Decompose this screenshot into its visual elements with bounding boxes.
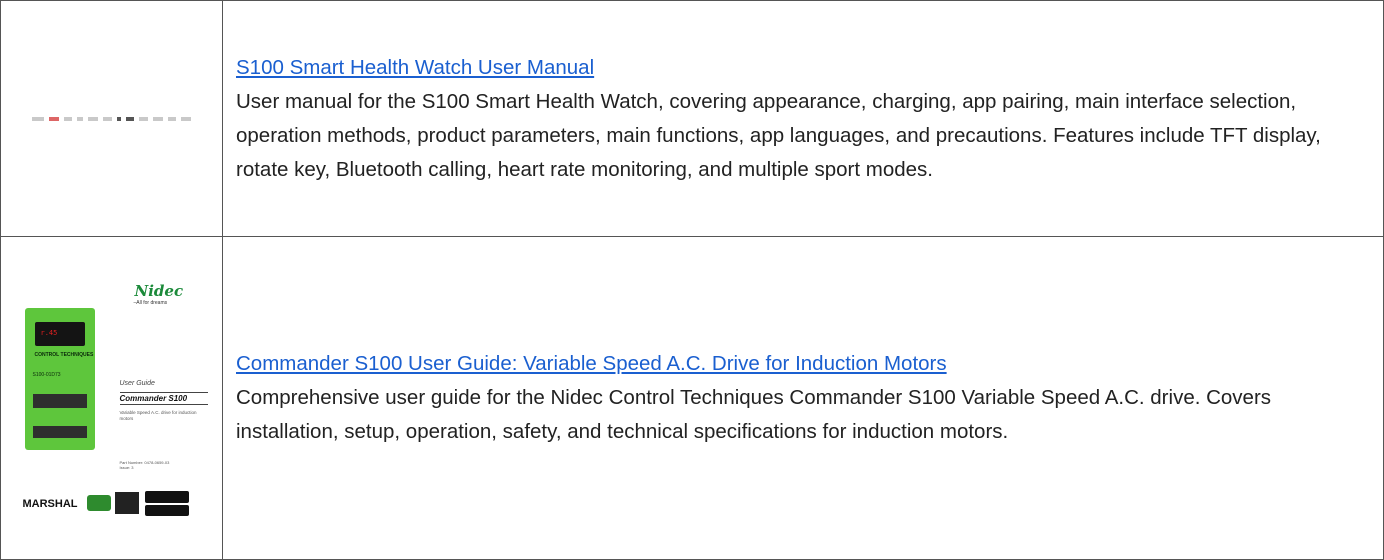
drive-image: r.45 CONTROL TECHNIQUES S100-01D73	[24, 308, 95, 450]
drive-readout: r.45	[40, 329, 58, 337]
nidec-logo: Nidec	[134, 282, 184, 300]
issue-text: Issue: 3	[119, 465, 134, 470]
result-row: S100 Smart Health Watch User Manual User…	[0, 0, 1384, 237]
app-icon	[86, 495, 111, 511]
result-row: Nidec –All for dreams r.45 CONTROL TECHN…	[0, 236, 1384, 560]
result-description: Comprehensive user guide for the Nidec C…	[236, 386, 1272, 443]
result-thumbnail[interactable]: Nidec –All for dreams r.45 CONTROL TECHN…	[0, 236, 223, 560]
drive-terminals	[32, 394, 87, 408]
guide-cover-thumbnail: Nidec –All for dreams r.45 CONTROL TECHN…	[17, 278, 208, 518]
result-title-link[interactable]: Commander S100 User Guide: Variable Spee…	[236, 352, 947, 375]
manual-strip-thumbnail-icon	[1, 114, 222, 124]
app-store-badge-icon	[144, 491, 189, 503]
result-description-cell: Commander S100 User Guide: Variable Spee…	[222, 236, 1384, 560]
result-description-cell: S100 Smart Health Watch User Manual User…	[222, 0, 1384, 237]
results-table: S100 Smart Health Watch User Manual User…	[0, 0, 1384, 560]
guide-label: User Guide	[119, 380, 155, 387]
logo-tagline: –All for dreams	[133, 300, 168, 306]
google-play-badge-icon	[144, 505, 189, 516]
drive-brand: CONTROL TECHNIQUES	[34, 352, 94, 358]
drive-model: S100-01D73	[32, 372, 61, 378]
drive-terminals	[32, 426, 87, 438]
part-number: Part Number: 0478-0659-03 Issue: 3	[120, 460, 170, 470]
result-title-link[interactable]: S100 Smart Health Watch User Manual	[236, 56, 594, 79]
guide-subtitle: Variable Speed A.C. drive for induction …	[119, 410, 197, 421]
guide-title: Commander S100	[119, 392, 208, 405]
qr-code-icon	[114, 492, 139, 514]
result-description: User manual for the S100 Smart Health Wa…	[236, 89, 1321, 181]
marshal-logo: MARSHAL	[22, 498, 78, 510]
result-thumbnail[interactable]	[0, 0, 223, 237]
